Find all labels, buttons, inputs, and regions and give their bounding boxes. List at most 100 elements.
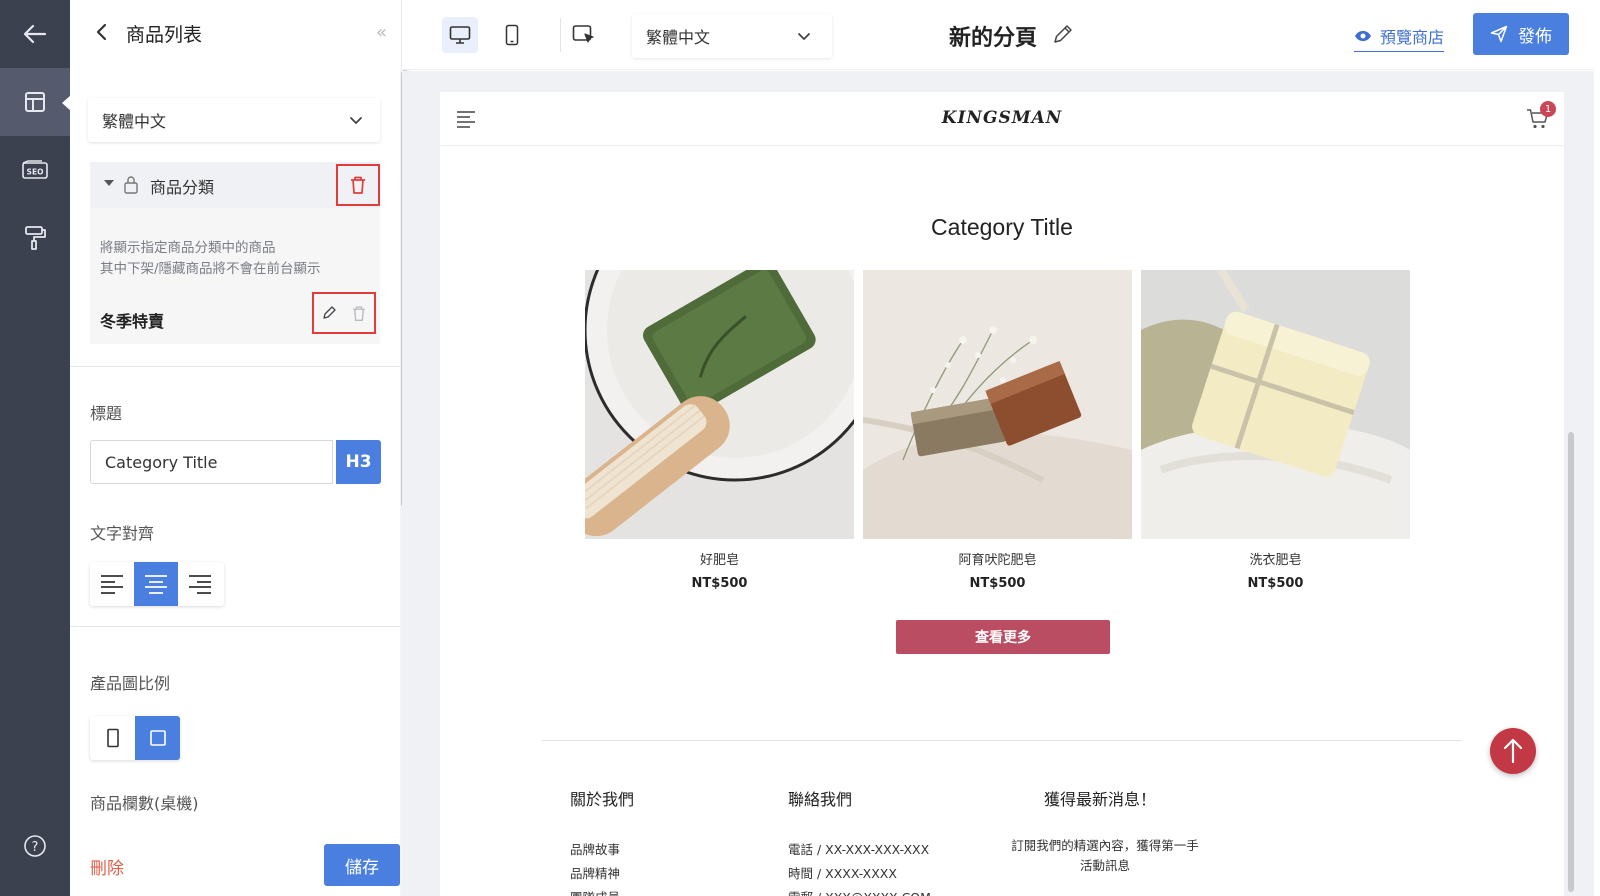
category-label: 商品分類 [150,178,215,197]
footer-heading: 聯絡我們 [788,790,853,809]
product-price: NT$500 [1247,576,1304,591]
store-nav: KINGSMAN 1 [440,92,1564,146]
store-preview: KINGSMAN 1 Category Title 好肥皂 NT$500 阿育吠… [440,92,1564,896]
back-arrow-icon[interactable] [0,0,70,68]
align-center-icon [145,575,167,594]
category-description-line: 將顯示指定商品分類中的商品 [100,240,276,256]
product-name[interactable]: 阿育吠陀肥皂 [863,549,1132,568]
product-price: NT$500 [969,576,1026,591]
trash-icon[interactable] [351,305,367,322]
columns-field-label: 商品欄數(桌機) [90,794,199,813]
category-description-line: 其中下架/隱藏商品將不會在前台顯示 [100,261,321,277]
portrait-icon [106,728,119,748]
panel-language-value: 繁體中文 [102,112,167,131]
layout-icon[interactable] [0,68,71,136]
delete-link[interactable]: 刪除 [90,854,124,879]
align-right-button[interactable] [178,562,222,606]
cursor-select-icon [572,25,594,43]
eye-icon [1355,31,1371,41]
preview-label: 預覽商店 [1380,28,1445,47]
align-field-label: 文字對齊 [90,524,155,543]
save-button[interactable]: 儲存 [324,844,400,886]
help-icon[interactable]: ? [0,812,70,880]
view-more-button[interactable]: 查看更多 [896,620,1110,654]
preview-store-link[interactable]: 預覽商店 [1354,24,1445,52]
back-to-top-button[interactable] [1490,728,1536,774]
left-rail: SEO ? [0,0,71,896]
cart-badge: 1 [1540,101,1556,117]
product-image[interactable] [863,270,1132,539]
square-icon [149,730,166,746]
store-brand[interactable]: KINGSMAN [440,108,1564,128]
product-card[interactable]: 洗衣肥皂 NT$500 [1141,270,1410,591]
publish-label: 發佈 [1518,26,1552,47]
product-card[interactable]: 阿育吠陀肥皂 NT$500 [863,270,1132,591]
delete-category-button[interactable] [336,164,380,206]
select-element-button[interactable] [566,17,602,53]
send-icon [1490,25,1508,43]
footer-link[interactable]: 團隊成員 [570,886,634,896]
collapse-panel-button[interactable]: « [376,22,387,43]
mobile-icon [505,24,519,46]
footer-link[interactable]: 品牌故事 [570,838,634,862]
toolbar-separator [560,18,561,52]
seo-icon[interactable]: SEO [0,136,70,204]
preview-scroll-thumb[interactable] [1568,432,1574,892]
align-left-button[interactable] [90,562,134,606]
title-input[interactable]: Category Title [90,440,333,484]
toolbar-language-value: 繁體中文 [646,28,711,47]
publish-button[interactable]: 發佈 [1473,13,1569,55]
divider [70,626,400,627]
lock-icon [124,176,138,194]
footer-news: 獲得最新消息！ [1044,786,1156,810]
footer-link[interactable]: 品牌精神 [570,862,634,886]
svg-text:?: ? [32,840,39,855]
heading-level-button[interactable]: H3 [336,440,381,484]
footer-contact: 聯絡我們 電話 / XX-XXX-XXX-XXX 時間 / XXXX-XXXX … [788,786,931,896]
page-name[interactable]: 新的分頁 [949,20,1037,52]
preview-scrollbar[interactable] [1566,92,1576,896]
window-edge [1594,0,1600,896]
footer-about: 關於我們 品牌故事 品牌精神 團隊成員 [570,786,634,896]
pencil-icon[interactable] [1052,23,1074,45]
footer-text: 電郵 / XXX@XXXX.COM [788,886,931,896]
product-card[interactable]: 好肥皂 NT$500 [585,270,854,591]
ratio-portrait-button[interactable] [90,716,135,760]
category-header[interactable]: 商品分類 [90,162,380,208]
category-description: 將顯示指定商品分類中的商品 其中下架/隱藏商品將不會在前台顯示 [100,238,370,280]
desktop-icon [449,26,471,44]
footer-news-description: 訂閱我們的精選內容，獲得第一手活動訊息 [1011,838,1199,873]
desktop-view-button[interactable] [442,17,478,53]
product-name[interactable]: 洗衣肥皂 [1141,549,1410,568]
footer-text: 電話 / XX-XXX-XXX-XXX [788,842,930,857]
align-center-button[interactable] [134,562,178,606]
panel-language-select[interactable]: 繁體中文 [88,98,380,142]
settings-panel: 商品列表 « 繁體中文 商品分類 將顯示指定商品分類中的商品 其中下架/隱藏商品… [70,0,410,896]
chevron-down-icon [798,33,810,41]
footer-divider [542,740,1462,741]
mobile-view-button[interactable] [494,17,530,53]
caret-down-icon[interactable] [104,180,114,186]
ratio-square-button[interactable] [135,716,180,760]
panel-title: 商品列表 [126,24,203,46]
product-price: NT$500 [691,576,748,591]
align-left-icon [101,575,123,594]
align-right-icon [189,575,211,594]
category-item-actions [312,292,376,334]
product-name[interactable]: 好肥皂 [585,549,854,568]
paint-roller-icon[interactable] [0,204,70,272]
chevron-down-icon [350,117,362,125]
ratio-field-label: 產品圖比例 [90,674,171,693]
product-image[interactable] [585,270,854,539]
arrow-up-icon [1503,738,1523,764]
chevron-left-icon[interactable] [92,22,112,42]
selected-category: 冬季特賣 [100,312,165,331]
divider [70,366,400,367]
text-align-group [90,562,224,606]
product-image[interactable] [1141,270,1410,539]
pencil-icon[interactable] [321,305,337,321]
title-field-label: 標題 [90,404,123,423]
toolbar-language-select[interactable]: 繁體中文 [632,14,832,58]
top-toolbar: 繁體中文 新的分頁 預覽商店 發佈 [402,0,1600,70]
category-title: Category Title [931,214,1073,240]
